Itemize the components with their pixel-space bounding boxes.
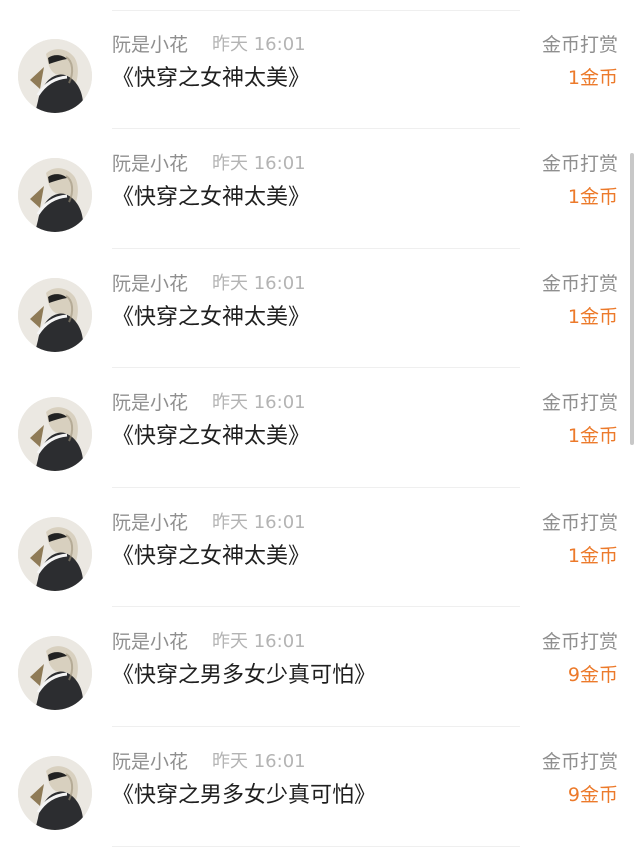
row-divider <box>112 606 520 607</box>
reward-time: 昨天 16:01 <box>212 273 306 294</box>
top-divider <box>112 10 520 11</box>
list-item[interactable]: 阮是小花 昨天 16:01 《快穿之女神太美》 金币打赏 1金币 <box>0 388 640 508</box>
user-name: 阮是小花 <box>112 34 189 56</box>
book-title[interactable]: 《快穿之女神太美》 <box>112 303 310 333</box>
avatar-image <box>18 397 92 471</box>
avatar-image <box>18 756 92 830</box>
reward-time: 昨天 16:01 <box>212 751 306 772</box>
list-item[interactable]: 阮是小花 昨天 16:01 《快穿之女神太美》 金币打赏 1金币 <box>0 269 640 389</box>
reward-time: 昨天 16:01 <box>212 512 306 533</box>
vertical-scrollbar[interactable] <box>630 153 634 445</box>
avatar-image <box>18 636 92 710</box>
reward-time: 昨天 16:01 <box>212 153 306 174</box>
user-avatar-icon[interactable] <box>18 278 92 352</box>
reward-amount: 9金币 <box>567 664 618 686</box>
user-name: 阮是小花 <box>112 153 189 175</box>
reward-type: 金币打赏 <box>541 512 618 534</box>
reward-type: 金币打赏 <box>541 34 618 56</box>
reward-amount: 1金币 <box>567 306 618 328</box>
book-title[interactable]: 《快穿之男多女少真可怕》 <box>112 781 376 811</box>
avatar-image <box>18 39 92 113</box>
reward-time: 昨天 16:01 <box>212 34 306 55</box>
user-name: 阮是小花 <box>112 273 189 295</box>
row-divider <box>112 248 520 249</box>
book-title[interactable]: 《快穿之女神太美》 <box>112 422 310 452</box>
user-name: 阮是小花 <box>112 631 189 653</box>
list-item[interactable]: 阮是小花 昨天 16:01 《快穿之女神太美》 金币打赏 1金币 <box>0 149 640 269</box>
user-avatar-icon[interactable] <box>18 756 92 830</box>
user-avatar-icon[interactable] <box>18 636 92 710</box>
user-avatar-icon[interactable] <box>18 397 92 471</box>
book-title[interactable]: 《快穿之男多女少真可怕》 <box>112 661 376 691</box>
reward-time: 昨天 16:01 <box>212 631 306 652</box>
reward-type: 金币打赏 <box>541 273 618 295</box>
user-name: 阮是小花 <box>112 751 189 773</box>
reward-type: 金币打赏 <box>541 631 618 653</box>
reward-amount: 1金币 <box>567 545 618 567</box>
book-title[interactable]: 《快穿之女神太美》 <box>112 183 310 213</box>
reward-amount: 1金币 <box>567 186 618 208</box>
reward-type: 金币打赏 <box>541 153 618 175</box>
user-avatar-icon[interactable] <box>18 39 92 113</box>
list-item[interactable]: 阮是小花 昨天 16:01 《快穿之女神太美》 金币打赏 1金币 <box>0 508 640 628</box>
reward-time: 昨天 16:01 <box>212 392 306 413</box>
book-title[interactable]: 《快穿之女神太美》 <box>112 542 310 572</box>
reward-type: 金币打赏 <box>541 751 618 773</box>
list-item[interactable]: 阮是小花 昨天 16:01 《快穿之男多女少真可怕》 金币打赏 9金币 <box>0 627 640 747</box>
reward-amount: 9金币 <box>567 784 618 806</box>
reward-amount: 1金币 <box>567 67 618 89</box>
bottom-divider <box>112 846 520 847</box>
list-item[interactable]: 阮是小花 昨天 16:01 《快穿之男多女少真可怕》 金币打赏 9金币 <box>0 747 640 867</box>
book-title[interactable]: 《快穿之女神太美》 <box>112 64 310 94</box>
user-avatar-icon[interactable] <box>18 517 92 591</box>
row-divider <box>112 487 520 488</box>
user-avatar-icon[interactable] <box>18 158 92 232</box>
row-divider <box>112 367 520 368</box>
reward-amount: 1金币 <box>567 425 618 447</box>
avatar-image <box>18 517 92 591</box>
avatar-image <box>18 158 92 232</box>
row-divider <box>112 726 520 727</box>
avatar-image <box>18 278 92 352</box>
user-name: 阮是小花 <box>112 512 189 534</box>
row-divider <box>112 128 520 129</box>
user-name: 阮是小花 <box>112 392 189 414</box>
list-item[interactable]: 阮是小花 昨天 16:01 《快穿之女神太美》 金币打赏 1金币 <box>0 30 640 150</box>
reward-type: 金币打赏 <box>541 392 618 414</box>
